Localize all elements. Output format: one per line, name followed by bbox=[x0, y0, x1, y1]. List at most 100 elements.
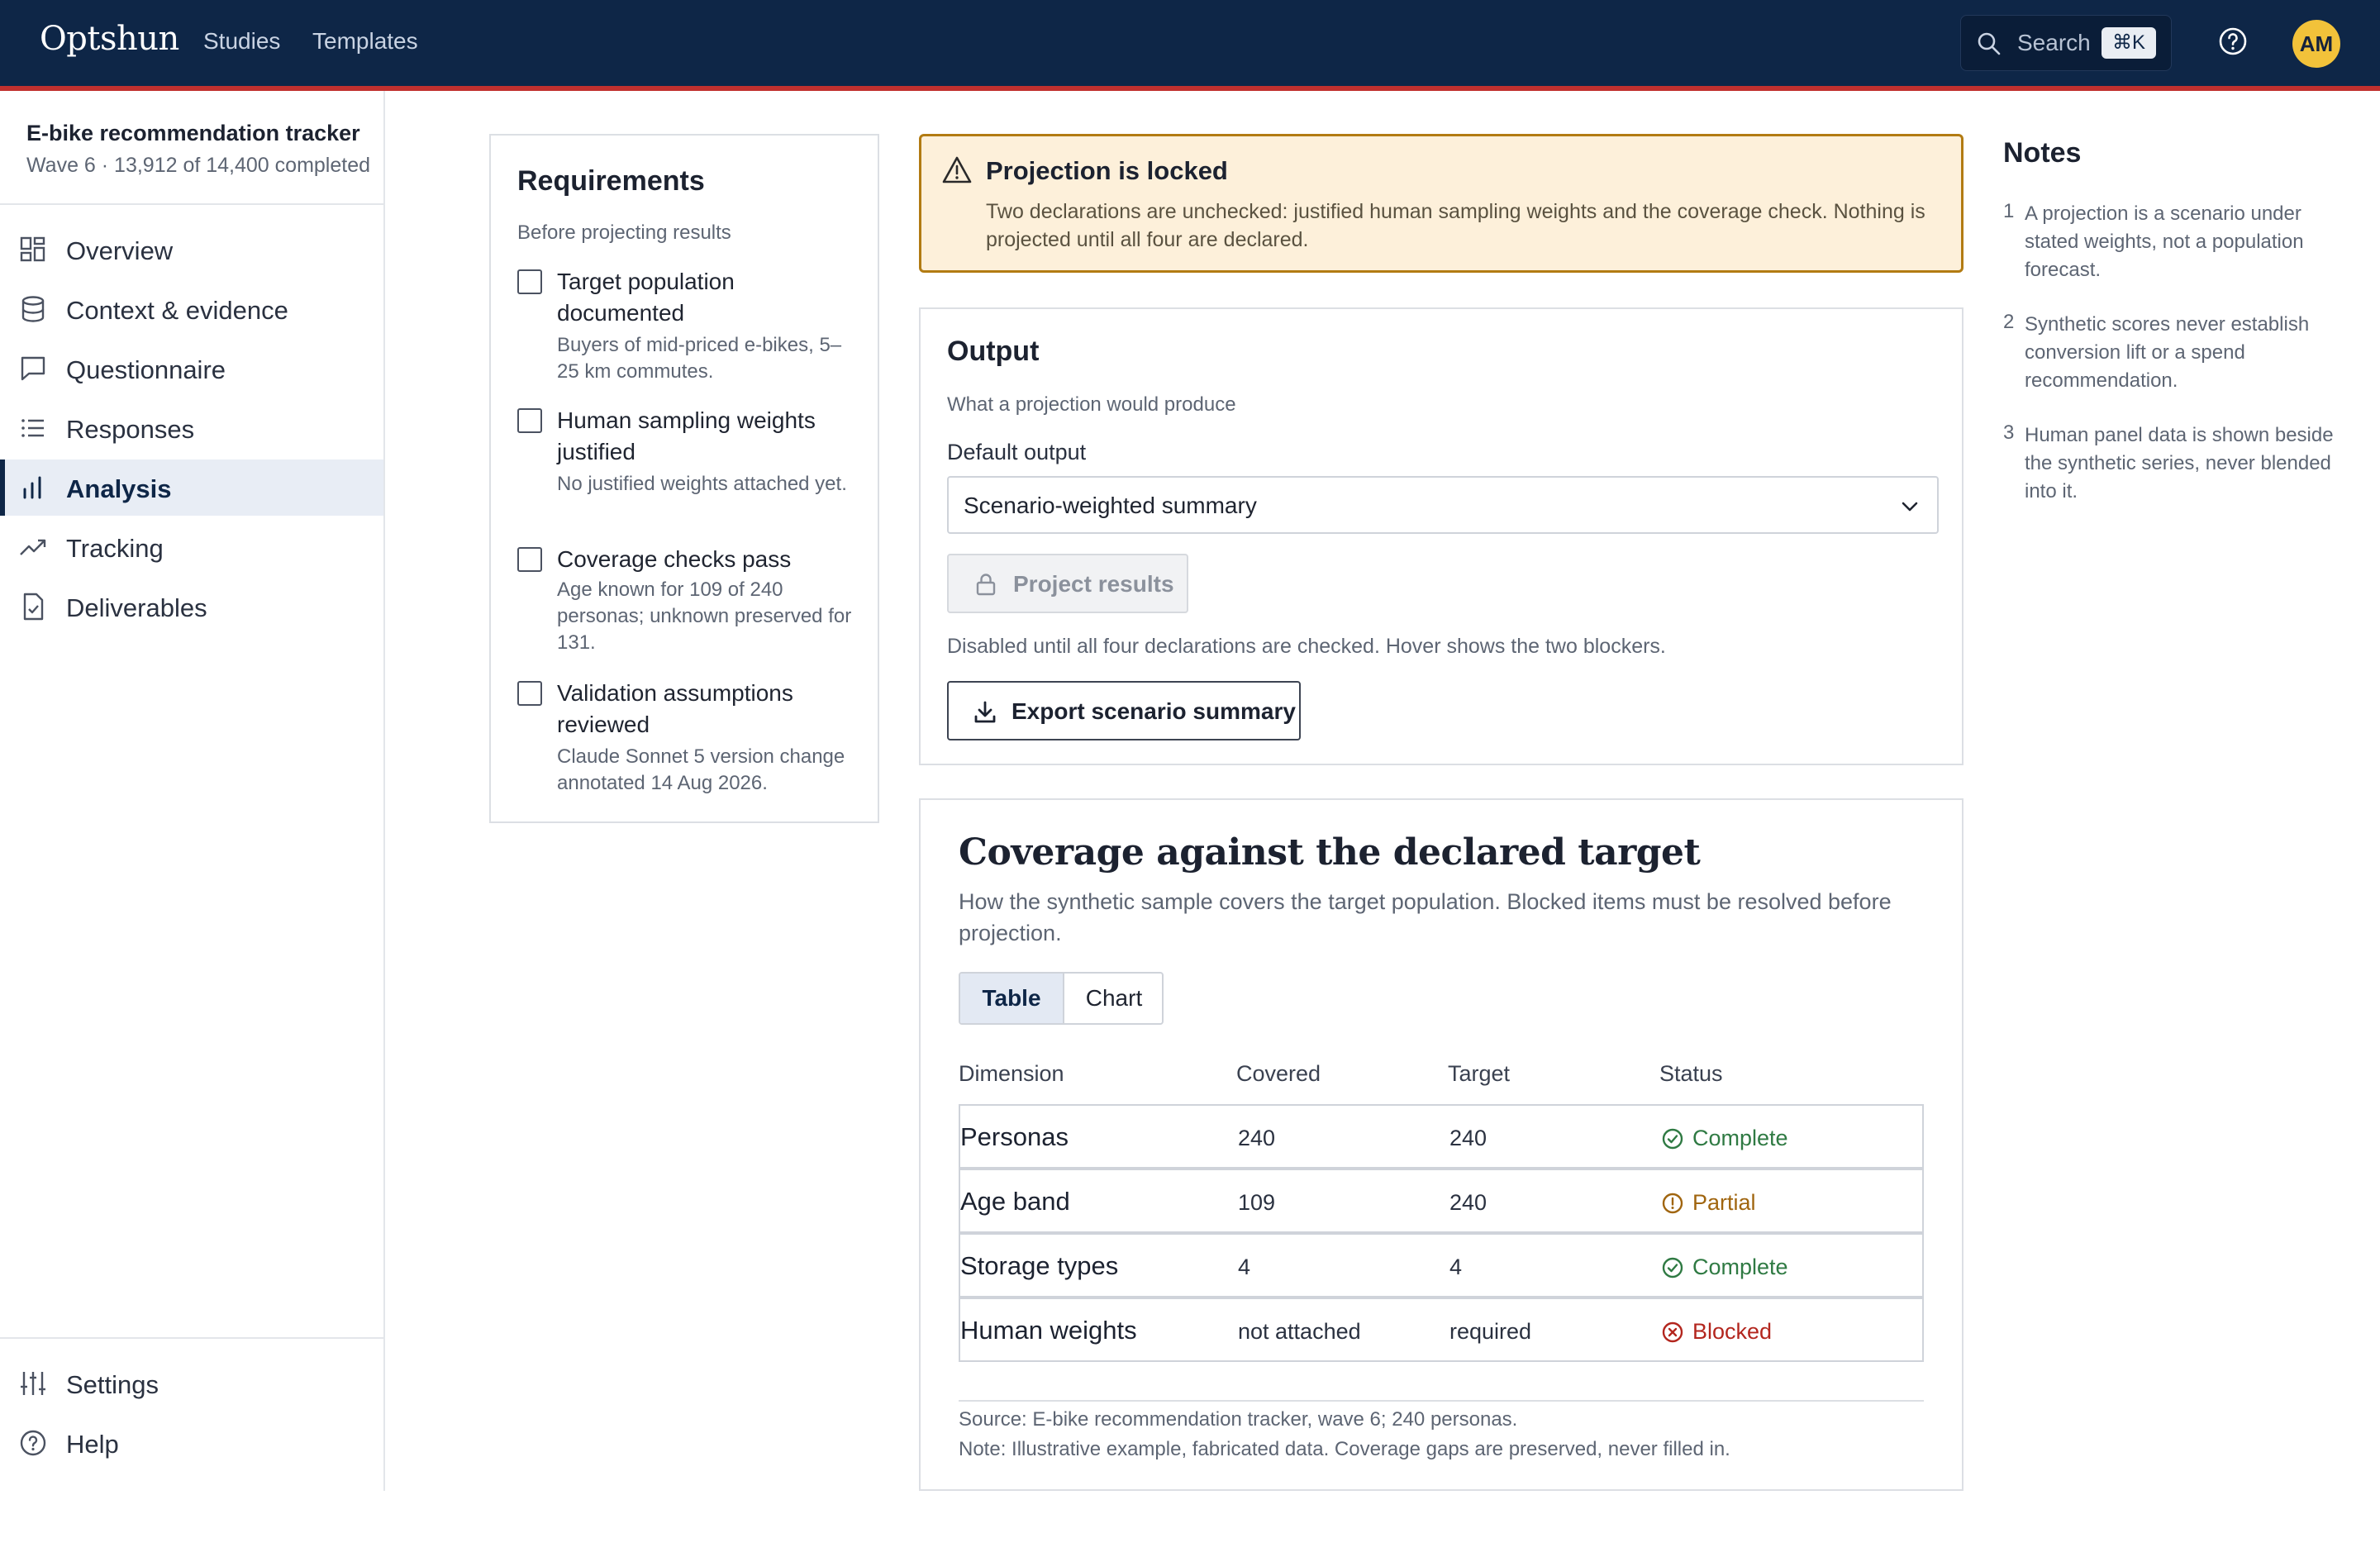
grid-icon bbox=[20, 236, 45, 262]
column-header: Status bbox=[1659, 1061, 1723, 1086]
sidebar-item-overview[interactable]: Overview bbox=[0, 221, 383, 278]
select-value: Scenario-weighted summary bbox=[964, 493, 1257, 518]
sidebar-item-analysis[interactable]: Analysis bbox=[0, 459, 383, 516]
nav-templates[interactable]: Templates bbox=[312, 28, 418, 55]
sidebar-item-label: Help bbox=[66, 1430, 119, 1459]
table-source: Source: E-bike recommendation tracker, w… bbox=[959, 1408, 1518, 1431]
cell-target: 240 bbox=[1449, 1126, 1488, 1150]
x-circle-icon bbox=[1662, 1321, 1683, 1343]
status-text: Complete bbox=[1692, 1126, 1788, 1150]
chat-icon bbox=[21, 356, 45, 381]
requirement-checkbox[interactable] bbox=[517, 681, 542, 706]
sidebar-item-label: Settings bbox=[66, 1370, 159, 1399]
requirement-title: Target population documented bbox=[557, 269, 735, 326]
requirement-detail: No justified weights attached yet. bbox=[557, 473, 847, 495]
requirement-checkbox[interactable] bbox=[517, 269, 542, 294]
lock-icon bbox=[976, 574, 996, 596]
table-footer-divider bbox=[959, 1400, 1924, 1402]
nav-studies[interactable]: Studies bbox=[203, 28, 280, 55]
export-scenario-button[interactable]: Export scenario summary bbox=[947, 681, 1301, 740]
coverage-card: Coverage against the declared target How… bbox=[919, 798, 1963, 1491]
default-output-select[interactable]: Scenario-weighted summary bbox=[947, 476, 1939, 534]
requirement-checkbox[interactable] bbox=[517, 547, 542, 572]
cell-covered: not attached bbox=[1238, 1319, 1361, 1344]
alert-circle-icon bbox=[1662, 1193, 1683, 1214]
help-icon bbox=[20, 1430, 46, 1456]
alert-body: Two declarations are unchecked: justifie… bbox=[986, 200, 1925, 251]
status-text: Complete bbox=[1692, 1255, 1788, 1279]
cell-covered: 240 bbox=[1238, 1126, 1276, 1150]
cell-dimension: Age band bbox=[960, 1187, 1070, 1216]
note-text: Human panel data is shown beside the syn… bbox=[2025, 424, 2334, 502]
tab-chart[interactable]: Chart bbox=[1063, 974, 1162, 1023]
tab-table[interactable]: Table bbox=[960, 974, 1063, 1023]
list-icon bbox=[21, 419, 44, 437]
sidebar-item-label: Overview bbox=[66, 236, 174, 265]
study-title: E-bike recommendation tracker bbox=[26, 121, 360, 145]
requirement-detail: Claude Sonnet 5 version change annotated… bbox=[557, 745, 845, 794]
download-icon bbox=[974, 701, 996, 723]
requirements-subtitle: Before projecting results bbox=[517, 221, 731, 244]
sliders-icon bbox=[21, 1372, 45, 1395]
file-check-icon bbox=[23, 593, 44, 621]
note-text: A projection is a scenario under stated … bbox=[2025, 202, 2304, 281]
requirement-title: Validation assumptions reviewed bbox=[557, 680, 793, 737]
sidebar-item-label: Deliverables bbox=[66, 593, 207, 622]
requirement-checkbox[interactable] bbox=[517, 408, 542, 433]
search-label: Search bbox=[2017, 30, 2091, 55]
sidebar-divider bbox=[0, 203, 383, 205]
sidebar-item-tracking[interactable]: Tracking bbox=[0, 519, 383, 575]
cell-target: 4 bbox=[1449, 1255, 1463, 1279]
note-number: 2 bbox=[2003, 311, 2015, 333]
output-title: Output bbox=[947, 336, 1040, 367]
check-circle-icon bbox=[1662, 1128, 1683, 1150]
column-header: Dimension bbox=[959, 1061, 1064, 1086]
sidebar-item-settings[interactable]: Settings bbox=[0, 1355, 383, 1412]
sidebar-item-responses[interactable]: Responses bbox=[0, 400, 383, 456]
sidebar-item-help[interactable]: Help bbox=[0, 1415, 383, 1471]
project-results-button[interactable]: Project results bbox=[947, 554, 1188, 613]
note-text: Synthetic scores never establish convers… bbox=[2025, 313, 2310, 392]
sidebar-divider bbox=[0, 1337, 383, 1339]
sidebar-item-label: Analysis bbox=[66, 474, 172, 503]
sidebar-item-deliverables[interactable]: Deliverables bbox=[0, 579, 383, 635]
help-icon[interactable] bbox=[2216, 25, 2249, 58]
study-meta: Wave 6 · 13,912 of 14,400 completed bbox=[26, 154, 371, 177]
user-avatar[interactable]: AM bbox=[2292, 20, 2340, 68]
note-number: 3 bbox=[2003, 421, 2015, 444]
alert-title: Projection is locked bbox=[986, 156, 1228, 185]
search-icon bbox=[1978, 32, 2001, 55]
column-header: Covered bbox=[1236, 1061, 1321, 1086]
check-circle-icon bbox=[1662, 1257, 1683, 1278]
sidebar-item-label: Responses bbox=[66, 415, 195, 444]
sidebar-item-label: Tracking bbox=[66, 534, 164, 563]
search-button[interactable]: Search ⌘K bbox=[1960, 15, 2172, 71]
cell-target: 240 bbox=[1449, 1190, 1488, 1215]
notes-title: Notes bbox=[2003, 137, 2082, 169]
output-card: Output What a projection would produce D… bbox=[919, 307, 1963, 765]
cell-dimension: Personas bbox=[960, 1122, 1069, 1151]
cell-dimension: Storage types bbox=[960, 1251, 1119, 1280]
cell-target: required bbox=[1449, 1319, 1532, 1344]
table-row: Age band 109 240 Partial bbox=[959, 1169, 1924, 1233]
coverage-title: Coverage against the declared target bbox=[959, 831, 1701, 874]
note-number: 1 bbox=[2003, 200, 2015, 222]
default-output-label: Default output bbox=[947, 440, 1087, 464]
sidebar-item-label: Context & evidence bbox=[66, 296, 288, 325]
requirement-detail: Buyers of mid-priced e-bikes, 5–25 km co… bbox=[557, 334, 842, 383]
sidebar-item-context-evidence[interactable]: Context & evidence bbox=[0, 281, 383, 337]
disabled-note: Disabled until all four declarations are… bbox=[947, 635, 1666, 658]
cell-covered: 109 bbox=[1238, 1190, 1276, 1215]
cell-covered: 4 bbox=[1238, 1255, 1251, 1279]
requirements-title: Requirements bbox=[517, 165, 705, 197]
sidebar-item-questionnaire[interactable]: Questionnaire bbox=[0, 340, 383, 397]
status-text: Blocked bbox=[1692, 1319, 1773, 1344]
table-row: Human weights not attached required Bloc… bbox=[959, 1298, 1924, 1362]
search-shortcut: ⌘K bbox=[2102, 27, 2156, 59]
view-toggle: Table Chart bbox=[959, 972, 1164, 1025]
coverage-subtitle: How the synthetic sample covers the targ… bbox=[959, 889, 1892, 945]
warning-icon bbox=[942, 156, 972, 183]
table-row: Storage types 4 4 Complete bbox=[959, 1233, 1924, 1298]
column-header: Target bbox=[1448, 1061, 1511, 1086]
app-logo[interactable]: Optshun bbox=[40, 20, 179, 58]
